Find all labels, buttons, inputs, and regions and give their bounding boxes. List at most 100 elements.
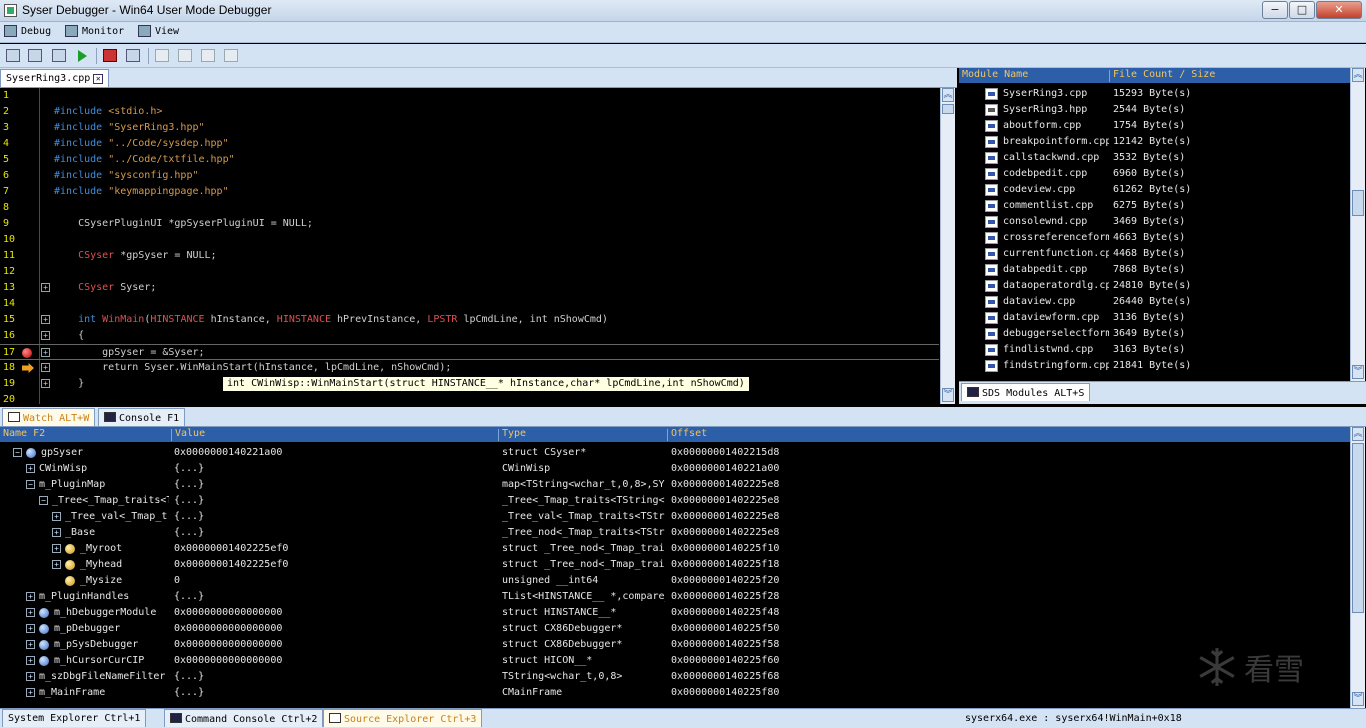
tab-syserring3-cpp[interactable]: SyserRing3.cpp ✕: [0, 69, 110, 87]
watch-row[interactable]: _Mysize 0 unsigned __int64 0x0000000140225f…: [0, 573, 1350, 589]
breakpoint-icon[interactable]: [22, 348, 32, 358]
open-document-icon[interactable]: [178, 49, 192, 62]
watch-row[interactable]: + CWinWisp {...} CWinWisp 0x0000000140221a00: [0, 461, 1350, 477]
code-line[interactable]: 18 + return Syser.WinMainStart(hInstance,…: [0, 360, 939, 376]
code-line[interactable]: 5 #include "../Code/txtfile.hpp": [0, 152, 939, 168]
expand-icon[interactable]: +: [26, 640, 35, 649]
watch-row[interactable]: + m_pDebugger 0x0000000000000000 struct CX8…: [0, 621, 1350, 637]
col-value[interactable]: Value: [171, 429, 205, 441]
module-row[interactable]: debuggerselectform 3649 Byte(s): [959, 326, 1350, 342]
module-row[interactable]: findstringform.cpp 21841 Byte(s): [959, 358, 1350, 374]
code-line[interactable]: 16 + {: [0, 328, 939, 344]
expand-icon[interactable]: +: [41, 348, 50, 357]
col-type[interactable]: Type: [498, 429, 526, 441]
module-row[interactable]: consolewnd.cpp 3469 Byte(s): [959, 214, 1350, 230]
module-row[interactable]: crossreferenceform 4663 Byte(s): [959, 230, 1350, 246]
module-row[interactable]: SyserRing3.cpp 15293 Byte(s): [959, 86, 1350, 102]
expand-icon[interactable]: +: [41, 379, 50, 388]
watch-scrollbar[interactable]: ︽ ︾: [1350, 427, 1365, 708]
expand-icon[interactable]: +: [26, 624, 35, 633]
step-out-icon[interactable]: [52, 49, 66, 62]
watch-row[interactable]: + m_szDbgFileNameFilter {...} TString<wchar…: [0, 669, 1350, 685]
menu-monitor[interactable]: Monitor: [65, 25, 124, 37]
watch-row[interactable]: − m_PluginMap {...} map<TString<wchar_t,0,8…: [0, 477, 1350, 493]
scroll-up-icon[interactable]: ︽: [942, 88, 954, 102]
expand-icon[interactable]: +: [26, 656, 35, 665]
maximize-button[interactable]: □: [1289, 1, 1315, 19]
toggle-breakpoint-icon[interactable]: [103, 49, 117, 62]
module-row[interactable]: SyserRing3.hpp 2544 Byte(s): [959, 102, 1350, 118]
expand-icon[interactable]: +: [41, 363, 50, 372]
code-line[interactable]: 3 #include "SyserRing3.hpp": [0, 120, 939, 136]
module-row[interactable]: codeview.cpp 61262 Byte(s): [959, 182, 1350, 198]
code-line[interactable]: 1: [0, 88, 939, 104]
module-row[interactable]: commentlist.cpp 6275 Byte(s): [959, 198, 1350, 214]
col-offset[interactable]: Offset: [667, 429, 707, 441]
expand-icon[interactable]: +: [26, 608, 35, 617]
close-document-icon[interactable]: [224, 49, 238, 62]
close-button[interactable]: ✕: [1316, 1, 1362, 19]
watch-row[interactable]: + m_hDebuggerModule 0x0000000000000000 stru…: [0, 605, 1350, 621]
module-row[interactable]: callstackwnd.cpp 3532 Byte(s): [959, 150, 1350, 166]
code-line[interactable]: 6 #include "sysconfig.hpp": [0, 168, 939, 184]
expand-icon[interactable]: +: [41, 283, 50, 292]
expand-icon[interactable]: +: [52, 544, 61, 553]
tab-sds-modules[interactable]: SDS Modules ALT+S: [961, 383, 1091, 401]
scroll-thumb[interactable]: [942, 104, 954, 114]
editor-scrollbar[interactable]: ︽ ︾: [940, 88, 955, 404]
scroll-down-icon[interactable]: ︾: [1352, 692, 1364, 706]
save-document-icon[interactable]: [201, 49, 215, 62]
code-line[interactable]: 4 #include "../Code/sysdep.hpp": [0, 136, 939, 152]
modules-scrollbar[interactable]: ︽ ︾: [1350, 68, 1365, 381]
code-editor[interactable]: 1 2 #include <stdio.h> 3 #include "SyserRing…: [0, 88, 939, 404]
watch-row[interactable]: + m_pSysDebugger 0x0000000000000000 struct …: [0, 637, 1350, 653]
code-line[interactable]: 15 + int WinMain(HINSTANCE hInstance, HIN…: [0, 312, 939, 328]
watch-row[interactable]: + _Tree_val<_Tmap_trai {...} _Tree_val<_Tma…: [0, 509, 1350, 525]
tab-command-console[interactable]: Command Console Ctrl+2: [164, 709, 324, 727]
col-module-name[interactable]: Module Name: [959, 70, 1028, 82]
collapse-icon[interactable]: −: [13, 448, 22, 457]
expand-icon[interactable]: +: [26, 592, 35, 601]
tab-watch[interactable]: Watch ALT+W: [2, 408, 96, 426]
code-line[interactable]: 7 #include "keymappingpage.hpp": [0, 184, 939, 200]
col-name[interactable]: Name F2: [0, 429, 45, 441]
module-row[interactable]: findlistwnd.cpp 3163 Byte(s): [959, 342, 1350, 358]
watch-row[interactable]: + _Myroot 0x00000001402225ef0 struct _Tree_…: [0, 541, 1350, 557]
breakpoint-list-icon[interactable]: [126, 49, 140, 62]
module-row[interactable]: dataviewform.cpp 3136 Byte(s): [959, 310, 1350, 326]
expand-icon[interactable]: +: [52, 512, 61, 521]
scroll-down-icon[interactable]: ︾: [1352, 365, 1364, 379]
collapse-icon[interactable]: −: [39, 496, 48, 505]
tab-source-explorer[interactable]: Source Explorer Ctrl+3: [323, 709, 483, 727]
expand-icon[interactable]: +: [52, 528, 61, 537]
scroll-up-icon[interactable]: ︽: [1352, 427, 1364, 441]
module-row[interactable]: dataoperatordlg.cpp 24810 Byte(s): [959, 278, 1350, 294]
watch-row[interactable]: + _Base {...} _Tree_nod<_Tmap_traits<TStr 0x…: [0, 525, 1350, 541]
new-document-icon[interactable]: [155, 49, 169, 62]
watch-row[interactable]: + m_MainFrame {...} CMainFrame 0x00000001402…: [0, 685, 1350, 701]
scroll-thumb[interactable]: [1352, 443, 1364, 613]
module-row[interactable]: dataview.cpp 26440 Byte(s): [959, 294, 1350, 310]
module-row[interactable]: databpedit.cpp 7868 Byte(s): [959, 262, 1350, 278]
menu-view[interactable]: View: [138, 25, 179, 37]
code-line[interactable]: 11 CSyser *gpSyser = NULL;: [0, 248, 939, 264]
code-line[interactable]: 13 + CSyser Syser;: [0, 280, 939, 296]
expand-icon[interactable]: +: [41, 331, 50, 340]
expand-icon[interactable]: +: [26, 464, 35, 473]
tab-system-explorer[interactable]: System Explorer Ctrl+1: [2, 709, 147, 727]
code-line[interactable]: 12: [0, 264, 939, 280]
watch-row[interactable]: + m_PluginHandles {...} TList<HINSTANCE__ *…: [0, 589, 1350, 605]
code-line[interactable]: 10: [0, 232, 939, 248]
code-line[interactable]: 14: [0, 296, 939, 312]
step-into-icon[interactable]: [6, 49, 20, 62]
expand-icon[interactable]: +: [26, 672, 35, 681]
menu-debug[interactable]: Debug: [4, 25, 51, 37]
collapse-icon[interactable]: −: [26, 480, 35, 489]
code-line[interactable]: 2 #include <stdio.h>: [0, 104, 939, 120]
code-line[interactable]: 8: [0, 200, 939, 216]
watch-row[interactable]: + _Myhead 0x00000001402225ef0 struct _Tree_…: [0, 557, 1350, 573]
watch-row[interactable]: + m_hCursorCurCIP 0x0000000000000000 struct…: [0, 653, 1350, 669]
code-line[interactable]: 9 CSyserPluginUI *gpSyserPluginUI = NULL…: [0, 216, 939, 232]
scroll-up-icon[interactable]: ︽: [1352, 68, 1364, 82]
run-icon[interactable]: [78, 50, 87, 62]
